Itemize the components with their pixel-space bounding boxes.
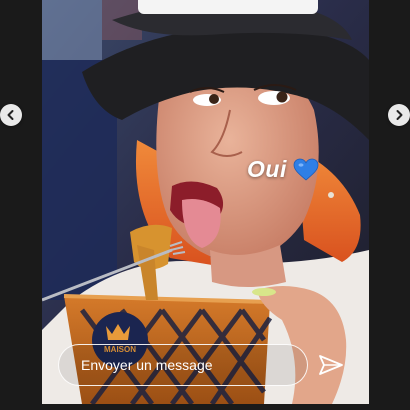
chevron-right-icon [396,110,403,120]
next-story-button[interactable] [388,104,410,126]
reply-placeholder: Envoyer un message [81,357,213,373]
top-progress-bar [138,0,318,14]
chevron-left-icon [7,110,14,120]
story-caption: Oui [247,156,319,183]
caption-text: Oui [247,156,287,182]
previous-story-button[interactable] [0,104,22,126]
blue-heart-icon [293,158,319,181]
story-viewer: MAISON Oui Envoyer un message [0,0,410,410]
send-icon[interactable] [318,353,344,377]
reply-message-input[interactable]: Envoyer un message [58,344,308,386]
